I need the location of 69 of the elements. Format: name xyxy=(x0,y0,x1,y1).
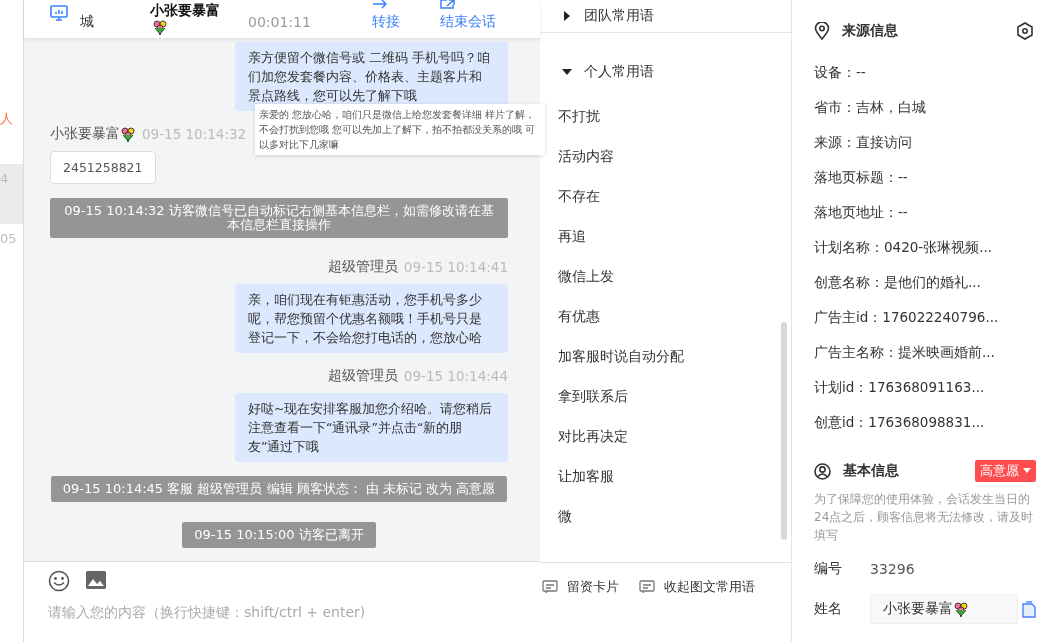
message-icon xyxy=(639,580,655,594)
footer-action[interactable]: 收起图文常用语 xyxy=(639,577,755,597)
phrase-item[interactable]: 再追 xyxy=(558,221,791,261)
phrase-item[interactable]: 让加客服 xyxy=(558,461,791,501)
flower-icon xyxy=(953,600,969,618)
phrase-group[interactable]: 团队常用语 xyxy=(540,0,791,33)
message-icon xyxy=(542,580,558,594)
sender-name: 小张要暴富 xyxy=(50,125,120,143)
phrase-item[interactable]: 加客服时说自动分配 xyxy=(558,341,791,381)
info-field: 省市：吉林，白城 xyxy=(814,90,1036,125)
system-notice: 09-15 10:15:00 访客已离开 xyxy=(182,522,376,548)
message-bubble: 亲，咱们现在有钜惠活动，您手机号多少呢，帮您预留个优惠名额哦！手机号只是登记一下，不会给您打电话的，您放心哈 xyxy=(235,284,508,353)
info-field: 广告主名称：提米映画婚前... xyxy=(814,335,1036,370)
copy-icon xyxy=(1022,600,1036,618)
sender-name: 超级管理员 xyxy=(327,367,398,385)
user-circle-icon xyxy=(814,462,831,480)
info-field: 落地页标题：-- xyxy=(814,160,1036,195)
tooltip: 亲爱的 您放心哈，咱们只是微信上给您发套餐详细 样片了解，不会打扰到您哦 您可以先加上了解下，拍不拍都没关系的哦 可以多对比下几家嘛 xyxy=(255,104,545,155)
info-field: 落地页地址：-- xyxy=(814,195,1036,230)
notice-text: 为了保障您的使用体验，会话发生当日的24点之后，顾客信息将无法修改，请及时填写 xyxy=(814,491,1035,544)
info-field: 广告主id：176022240796... xyxy=(814,300,1036,335)
field-label: 编号 xyxy=(814,560,843,578)
phrase-item[interactable]: 微 xyxy=(558,501,791,541)
name-field[interactable]: 小张要暴富 xyxy=(870,594,1018,624)
phrase-group[interactable]: 个人常用语 xyxy=(558,57,791,87)
info-field: 计划名称：0420-张琳视频... xyxy=(814,230,1036,265)
phrase-item[interactable]: 微信上发 xyxy=(558,261,791,301)
phrase-item[interactable]: 有优惠 xyxy=(558,301,791,341)
sender-name: 超级管理员 xyxy=(327,258,398,276)
system-notice: 09-15 10:14:32 访客微信号已自动标记右侧基本信息栏，如需修改请在基本信息栏直接操作 xyxy=(50,198,508,238)
field-value: 33296 xyxy=(870,561,915,577)
section-title: 基本信息 xyxy=(843,462,900,480)
info-field: 创意id：176368098831... xyxy=(814,405,1036,440)
session-duration: 00:01:11 xyxy=(248,14,312,30)
message-bubble: 亲方便留个微信号或 二维码 手机号吗？咱们加您发套餐内容、价格表、主题客片和景点路线，您可以先了解下哦 xyxy=(235,42,508,111)
header-action[interactable]: 转接 xyxy=(372,0,400,31)
phrase-item[interactable]: 对比再决定 xyxy=(558,421,791,461)
header-action[interactable]: 结束会话 xyxy=(440,0,496,31)
phrase-item[interactable]: 不存在 xyxy=(558,181,791,221)
info-field: 来源：直接访问 xyxy=(814,125,1036,160)
emoji-icon xyxy=(48,570,70,592)
image-icon xyxy=(85,570,107,590)
section-title: 来源信息 xyxy=(842,22,899,40)
location-text: 城 xyxy=(80,13,95,31)
exit-icon xyxy=(440,0,455,9)
settings-icon xyxy=(1016,22,1034,40)
info-field: 创意名称：是他们的婚礼... xyxy=(814,265,1036,300)
info-field: 计划id：176368091163... xyxy=(814,370,1036,405)
info-field: 设备：-- xyxy=(814,55,1036,90)
caret-right-icon xyxy=(562,11,572,21)
arrow-icon xyxy=(372,0,387,9)
phrase-item[interactable]: 拿到联系后 xyxy=(558,381,791,421)
phrase-item[interactable]: 不打扰 xyxy=(558,101,791,141)
message-bubble: 2451258821 xyxy=(50,151,156,184)
footer-action[interactable]: 留资卡片 xyxy=(542,577,619,597)
message-time: 09-15 10:14:32 xyxy=(142,126,247,142)
field-label: 姓名 xyxy=(814,600,843,618)
flower-icon xyxy=(152,19,168,36)
flower-icon xyxy=(120,125,136,143)
system-notice: 09-15 10:14:45 客服 超级管理员 编辑 顾客状态： 由 未标记 改为 高意愿 xyxy=(50,476,508,502)
message-bubble: 好哒~现在安排客服加您介绍哈。请您稍后注意查看一下“通讯录”并点击“新的朋友”通过下哦 xyxy=(235,393,508,462)
phrase-item[interactable]: 活动内容 xyxy=(558,141,791,181)
caret-down-icon xyxy=(1023,468,1031,474)
message-time: 09-15 10:14:41 xyxy=(403,259,508,275)
monitor-icon xyxy=(50,5,68,21)
message-time: 09-15 10:14:44 xyxy=(403,368,508,384)
caret-down-icon xyxy=(562,67,572,77)
location-pin-icon xyxy=(814,22,830,40)
visitor-name: 小张要暴富 xyxy=(150,2,221,19)
